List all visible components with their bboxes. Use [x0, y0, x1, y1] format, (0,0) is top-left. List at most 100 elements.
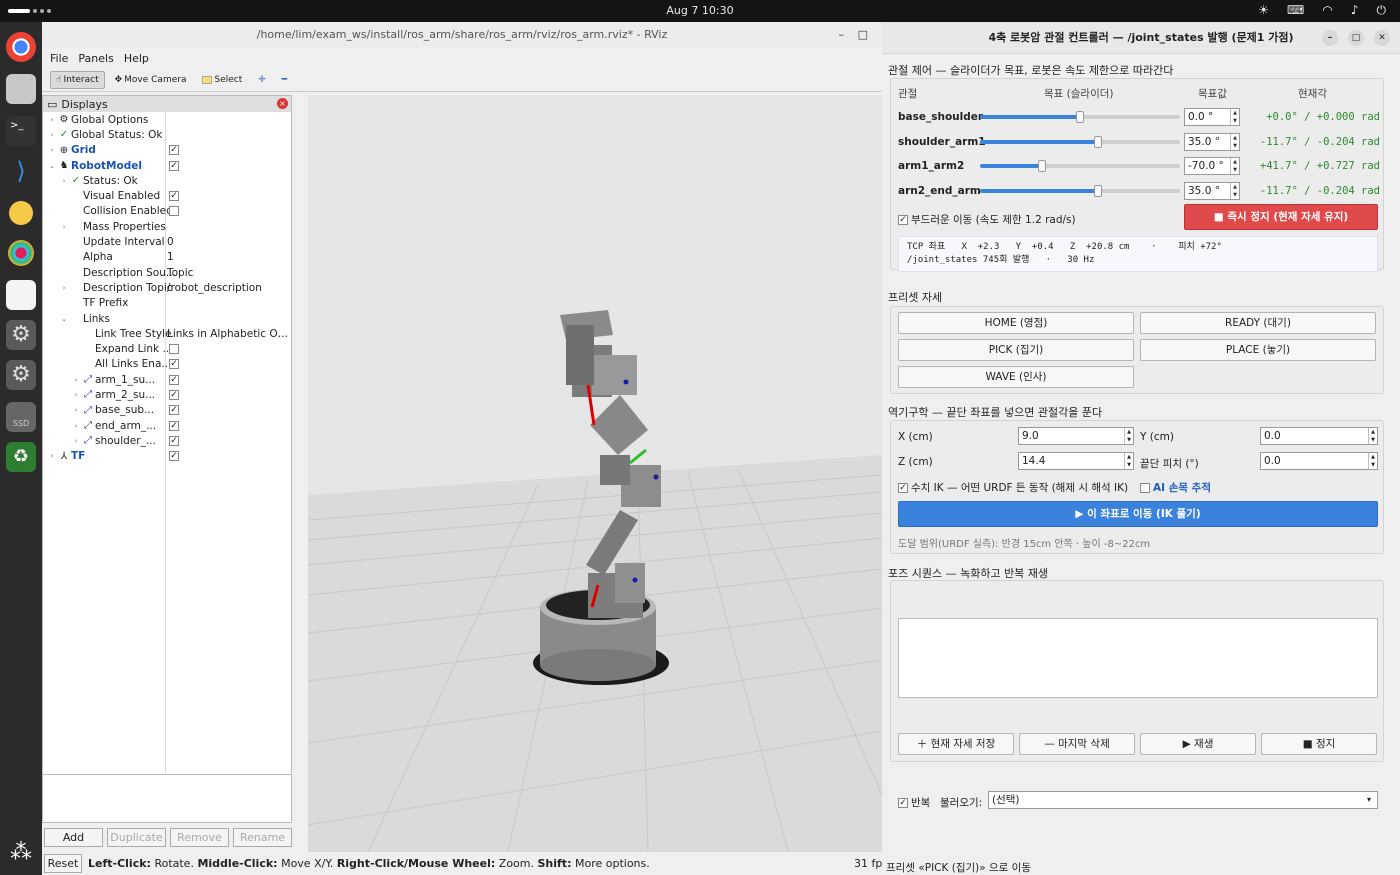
slider-handle[interactable]	[1038, 160, 1046, 172]
spinner-arrows-icon[interactable]: ▲ ▼	[1230, 158, 1239, 174]
chevron-down-icon[interactable]: ⌄	[59, 315, 69, 323]
joint-target-spinbox[interactable]: -70.0 ° ▲ ▼	[1184, 157, 1240, 175]
chevron-right-icon[interactable]: ›	[71, 422, 81, 430]
tree-checkbox[interactable]: ✓	[169, 420, 179, 431]
tree-row[interactable]: › ⤢ end_arm_... ✓	[43, 418, 291, 433]
volume-icon[interactable]: ♪	[1351, 3, 1359, 18]
ik-solve-button[interactable]: ▶ 이 좌표로 이동 (IK 풀기)	[898, 501, 1378, 527]
tree-row[interactable]: Visual Enabled ✓	[43, 188, 291, 203]
joint-target-slider[interactable]	[980, 184, 1180, 197]
system-tray[interactable]: ☀ ⌨ ◠ ♪ ⏻	[1258, 3, 1386, 18]
keyboard-icon[interactable]: ⌨	[1287, 3, 1304, 18]
menu-file[interactable]: File	[50, 52, 68, 65]
spinner-arrows-icon[interactable]: ▲ ▼	[1230, 182, 1239, 199]
stop-sequence-button[interactable]: ■ 정지	[1261, 733, 1377, 755]
joint-target-spinbox[interactable]: 35.0 ° ▲ ▼	[1184, 132, 1240, 151]
tree-checkbox[interactable]: ✓	[169, 359, 179, 370]
tree-row[interactable]: Update Interval 0	[43, 234, 291, 249]
slider-handle[interactable]	[1076, 111, 1084, 123]
tree-row[interactable]: › ⤢ arm_1_su... ✓	[43, 372, 291, 387]
add-tool-button[interactable]: ✛	[252, 71, 272, 89]
chevron-right-icon[interactable]: ›	[71, 391, 81, 399]
smooth-move-checkbox[interactable]: ✓ 부드러운 이동 (속도 제한 1.2 rad/s)	[898, 212, 1076, 227]
remove-display-button[interactable]: Remove	[170, 828, 229, 847]
tree-row[interactable]: › ⊕ Grid ✓	[43, 143, 291, 158]
chrome-icon[interactable]	[6, 32, 36, 62]
tree-value[interactable]: 0	[167, 236, 289, 248]
tree-checkbox[interactable]	[169, 344, 179, 355]
ik-y-input[interactable]: 0.0 ▲ ▼	[1260, 427, 1378, 445]
chevron-right-icon[interactable]: ›	[47, 146, 57, 154]
vscode-icon[interactable]: ⟩	[6, 156, 36, 186]
maximize-icon[interactable]: □	[1348, 30, 1364, 46]
play-sequence-button[interactable]: ▶ 재생	[1140, 733, 1256, 755]
chevron-right-icon[interactable]: ›	[59, 177, 69, 185]
clock[interactable]: Aug 7 10:30	[0, 4, 1400, 17]
duplicate-display-button[interactable]: Duplicate	[107, 828, 166, 847]
chevron-right-icon[interactable]: ›	[47, 131, 57, 139]
select-tool-button[interactable]: Select	[196, 71, 248, 89]
chevron-down-icon[interactable]: ⌄	[47, 162, 57, 170]
tree-row[interactable]: › ⤢ arm_2_su... ✓	[43, 387, 291, 402]
trash-icon[interactable]: ♻	[6, 442, 36, 472]
reset-button[interactable]: Reset	[44, 854, 82, 873]
chevron-right-icon[interactable]: ›	[59, 223, 69, 231]
delete-last-button[interactable]: — 마지막 삭제	[1019, 733, 1135, 755]
tree-row[interactable]: › ⤢ base_sub... ✓	[43, 403, 291, 418]
spinner-arrows-icon[interactable]: ▲ ▼	[1368, 453, 1377, 469]
power-icon[interactable]: ⏻	[1377, 3, 1387, 18]
spinner-arrows-icon[interactable]: ▲ ▼	[1124, 453, 1133, 469]
tree-row[interactable]: ⌄ Links	[43, 311, 291, 326]
terminal-icon[interactable]: >_	[6, 116, 36, 146]
tree-row[interactable]: › ⚙ Global Options	[43, 112, 291, 127]
chevron-right-icon[interactable]: ›	[47, 116, 57, 124]
preset-wave-button[interactable]: WAVE (인사)	[898, 366, 1134, 388]
close-icon[interactable]: ×	[277, 98, 288, 109]
files-icon[interactable]	[6, 74, 36, 104]
tree-value[interactable]: Links in Alphabetic Or...	[167, 328, 289, 340]
tree-checkbox[interactable]: ✓	[169, 435, 179, 446]
settings-icon[interactable]: ⚙	[6, 320, 36, 350]
tree-checkbox[interactable]: ✓	[169, 191, 179, 202]
robot-scene[interactable]	[308, 95, 882, 852]
tree-checkbox[interactable]: ✓	[169, 160, 179, 171]
repeat-checkbox[interactable]: ✓ 반복	[898, 795, 930, 810]
minimize-icon[interactable]: –	[1322, 30, 1338, 46]
ik-x-input[interactable]: 9.0 ▲ ▼	[1018, 427, 1134, 445]
save-pose-button[interactable]: ＋ 현재 자세 저장	[898, 733, 1014, 755]
spinner-arrows-icon[interactable]: ▲ ▼	[1230, 109, 1239, 125]
tree-row[interactable]: ⌄ ♞ RobotModel ✓	[43, 158, 291, 173]
3d-viewport[interactable]: ◂	[308, 95, 882, 852]
slack-icon[interactable]	[6, 238, 36, 268]
tree-row[interactable]: Description Sou... Topic	[43, 265, 291, 280]
joint-target-slider[interactable]	[980, 160, 1180, 172]
text-editor-icon[interactable]	[6, 280, 36, 310]
preset-home-button[interactable]: HOME (영점)	[898, 312, 1134, 334]
slider-handle[interactable]	[1093, 135, 1102, 148]
chevron-right-icon[interactable]: ›	[71, 437, 81, 445]
joint-target-spinbox[interactable]: 0.0 ° ▲ ▼	[1184, 108, 1240, 126]
spinner-arrows-icon[interactable]: ▲ ▼	[1124, 428, 1133, 444]
spinner-arrows-icon[interactable]: ▲ ▼	[1230, 133, 1239, 150]
numeric-ik-checkbox[interactable]: ✓ 수치 IK — 어떤 URDF 든 동작 (해제 시 해석 IK)	[898, 480, 1128, 495]
settings-icon[interactable]: ⚙	[6, 360, 36, 390]
tree-row[interactable]: › ✓ Status: Ok	[43, 173, 291, 188]
tree-row[interactable]: TF Prefix	[43, 296, 291, 311]
tree-value[interactable]: /robot_description	[167, 282, 289, 294]
spinner-arrows-icon[interactable]: ▲ ▼	[1368, 428, 1377, 444]
ssd-drive-icon[interactable]: SSD	[6, 402, 36, 432]
tree-checkbox[interactable]	[169, 206, 179, 217]
menu-help[interactable]: Help	[124, 52, 149, 65]
tree-row[interactable]: › ⅄ TF ✓	[43, 449, 291, 464]
remove-tool-button[interactable]: ━	[276, 71, 293, 89]
tree-checkbox[interactable]: ✓	[169, 389, 179, 400]
tree-row[interactable]: All Links Ena... ✓	[43, 357, 291, 372]
preset-pick-button[interactable]: PICK (집기)	[898, 339, 1134, 361]
tree-checkbox[interactable]: ✓	[169, 145, 179, 156]
ik-pitch-input[interactable]: 0.0 ▲ ▼	[1260, 452, 1378, 470]
chevron-right-icon[interactable]: ›	[71, 376, 81, 384]
emergency-stop-button[interactable]: ■ 즉시 정지 (현재 자세 유지)	[1184, 204, 1378, 230]
joint-target-slider[interactable]	[980, 135, 1180, 148]
minimize-icon[interactable]: –	[839, 22, 845, 48]
ik-z-input[interactable]: 14.4 ▲ ▼	[1018, 452, 1134, 470]
